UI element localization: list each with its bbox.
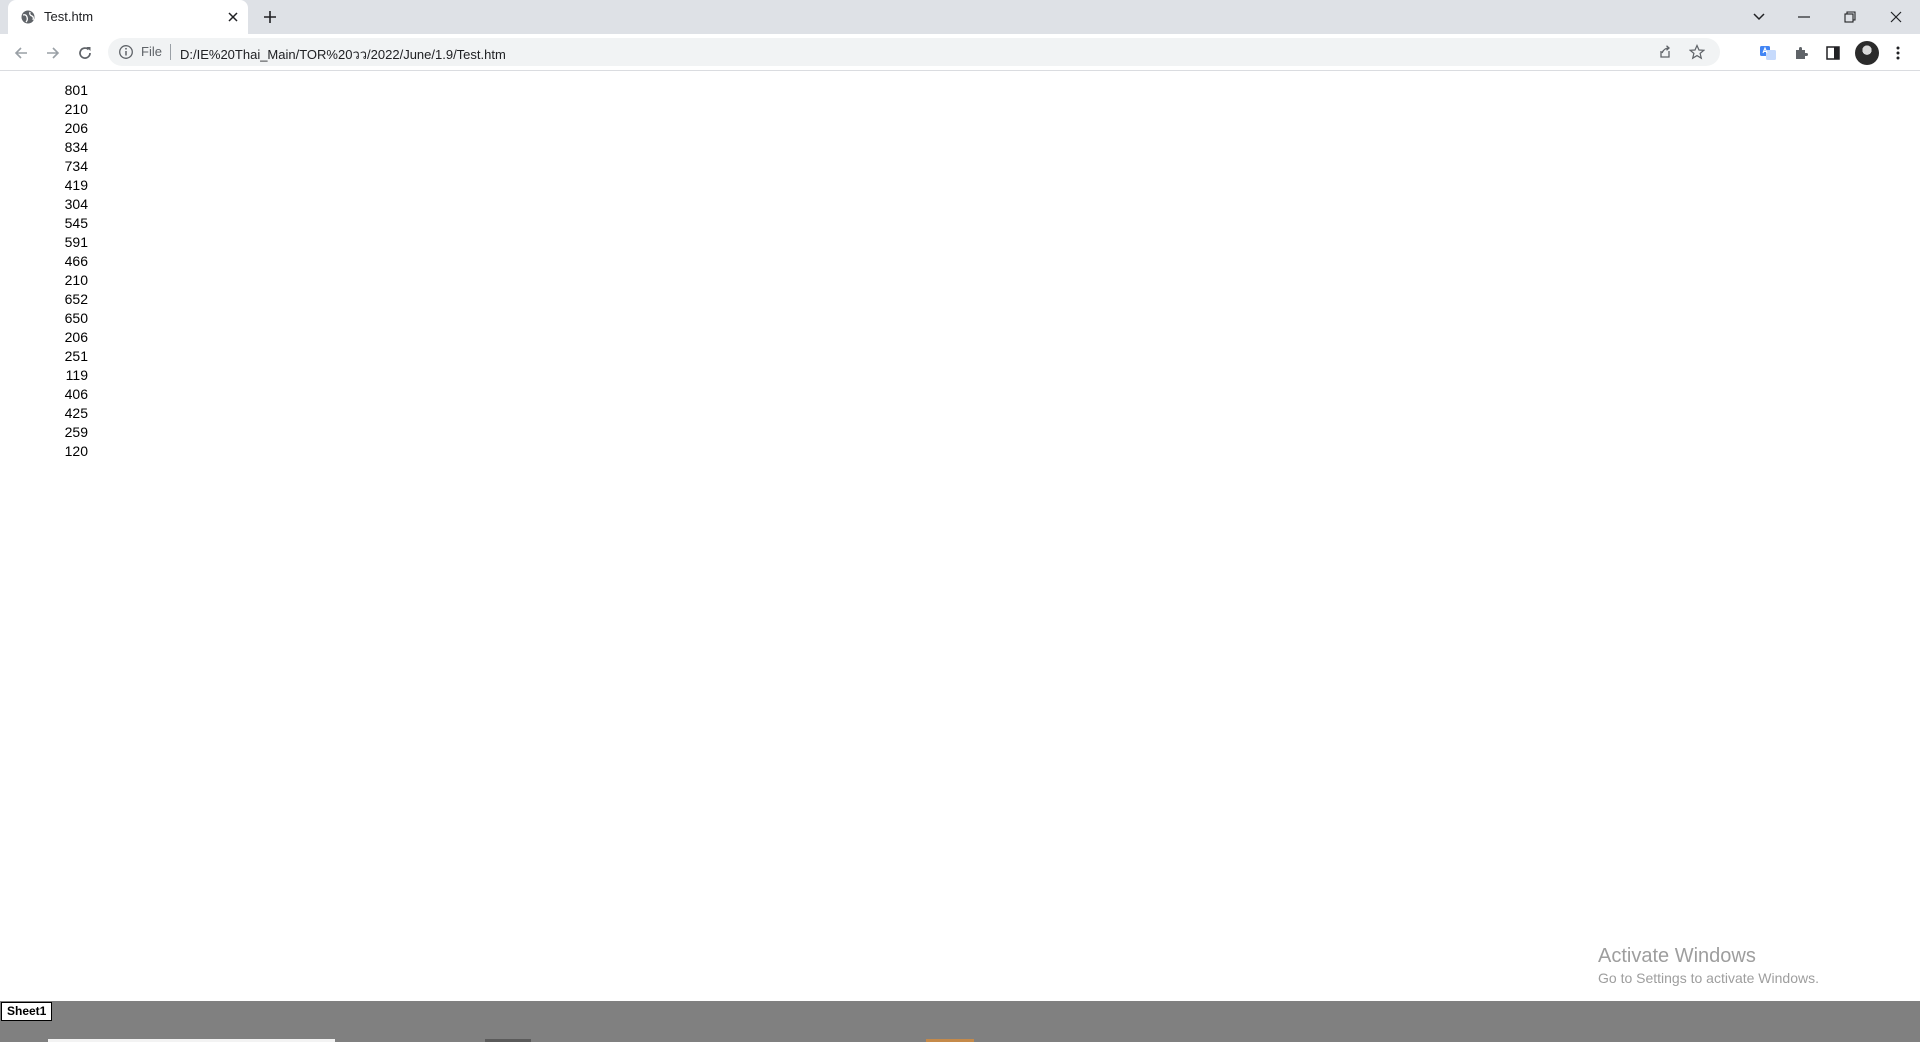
restore-icon[interactable] xyxy=(1838,6,1862,28)
scheme-label: File xyxy=(141,44,162,59)
watermark-title: Activate Windows xyxy=(1598,945,1756,967)
value-cell: 545 xyxy=(64,215,88,231)
tab-strip: Test.htm xyxy=(0,0,1920,34)
value-cell: 206 xyxy=(64,120,88,136)
globe-icon xyxy=(20,9,36,25)
value-cell: 406 xyxy=(64,386,88,402)
extensions-puzzle-icon[interactable] xyxy=(1790,42,1812,64)
watermark-subtitle: Go to Settings to activate Windows. xyxy=(1598,970,1819,986)
reload-icon[interactable] xyxy=(74,42,96,64)
browser-tab[interactable]: Test.htm xyxy=(8,0,248,34)
tab-title: Test.htm xyxy=(44,9,94,24)
close-window-icon[interactable] xyxy=(1884,6,1908,28)
bookmark-star-icon[interactable] xyxy=(1688,43,1706,61)
value-cell: 206 xyxy=(64,329,88,345)
new-tab-icon[interactable] xyxy=(260,7,280,27)
value-cell: 466 xyxy=(64,253,88,269)
value-list: 801 210 206 834 734 419 304 545 591 466 … xyxy=(48,81,88,461)
value-cell: 119 xyxy=(65,367,88,383)
minimize-icon[interactable] xyxy=(1792,6,1816,28)
close-tab-icon[interactable] xyxy=(224,8,242,26)
value-cell: 210 xyxy=(64,101,88,117)
forward-arrow-icon[interactable] xyxy=(42,42,64,64)
value-cell: 652 xyxy=(64,291,88,307)
page-content: 801 210 206 834 734 419 304 545 591 466 … xyxy=(0,71,1920,1001)
url-text[interactable]: D:/IE%20Thai_Main/TOR%20วว/2022/June/1.9… xyxy=(180,44,506,65)
value-cell: 834 xyxy=(64,139,88,155)
value-cell: 210 xyxy=(64,272,88,288)
tab-search-chevron-down-icon[interactable] xyxy=(1747,6,1771,28)
value-cell: 259 xyxy=(64,424,88,440)
more-menu-icon[interactable] xyxy=(1887,42,1909,64)
value-cell: 591 xyxy=(64,234,88,250)
side-panel-icon[interactable] xyxy=(1822,42,1844,64)
profile-avatar[interactable] xyxy=(1855,41,1879,65)
value-cell: 120 xyxy=(64,443,88,459)
address-bar[interactable]: File D:/IE%20Thai_Main/TOR%20วว/2022/Jun… xyxy=(108,38,1720,66)
value-cell: 251 xyxy=(64,348,88,364)
value-cell: 650 xyxy=(64,310,88,326)
share-icon[interactable] xyxy=(1656,43,1674,61)
activation-watermark: Activate Windows Go to Settings to activ… xyxy=(1598,944,1819,988)
value-cell: 734 xyxy=(64,158,88,174)
value-cell: 425 xyxy=(64,405,88,421)
value-cell: 419 xyxy=(64,177,88,193)
value-cell: 801 xyxy=(64,82,88,98)
browser-toolbar: File D:/IE%20Thai_Main/TOR%20วว/2022/Jun… xyxy=(0,34,1920,71)
back-arrow-icon[interactable] xyxy=(10,42,32,64)
omnibox-separator xyxy=(170,44,171,60)
sheet-tab-bar: Sheet1 xyxy=(0,1001,1920,1042)
value-cell: 304 xyxy=(64,196,88,212)
translate-extension-icon[interactable] xyxy=(1757,42,1779,64)
sheet-tab-sheet1[interactable]: Sheet1 xyxy=(1,1002,53,1021)
info-icon[interactable] xyxy=(118,44,134,60)
